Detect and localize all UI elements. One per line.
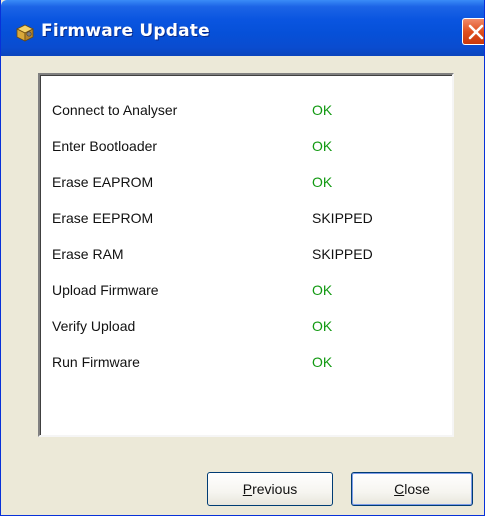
list-item: Upload Firmware OK — [40, 282, 440, 302]
step-status: OK — [312, 354, 333, 370]
step-status: SKIPPED — [312, 210, 373, 226]
firmware-package-icon — [15, 23, 35, 43]
close-icon — [468, 24, 484, 40]
previous-button[interactable]: Previous — [207, 472, 333, 506]
window-title: Firmware Update — [41, 21, 210, 41]
step-status: OK — [312, 282, 333, 298]
close-button[interactable]: Close — [351, 472, 473, 506]
step-label: Erase EAPROM — [52, 174, 154, 190]
step-label: Connect to Analyser — [52, 102, 178, 118]
steps-panel: Connect to Analyser OK Enter Bootloader … — [38, 73, 454, 437]
step-status: OK — [312, 138, 333, 154]
list-item: Erase EAPROM OK — [40, 174, 440, 194]
step-status: SKIPPED — [312, 246, 373, 262]
list-item: Connect to Analyser OK — [40, 102, 440, 122]
list-item: Erase EEPROM SKIPPED — [40, 210, 440, 230]
list-item: Run Firmware OK — [40, 354, 440, 374]
firmware-update-dialog: Firmware Update Connect to Analyser OK E… — [0, 0, 485, 516]
previous-button-mnemonic: P — [242, 481, 253, 497]
step-label: Run Firmware — [52, 354, 140, 370]
title-bar[interactable]: Firmware Update — [1, 0, 484, 56]
list-item: Enter Bootloader OK — [40, 138, 440, 158]
step-label: Verify Upload — [52, 318, 136, 334]
step-label: Upload Firmware — [52, 282, 159, 298]
step-label: Enter Bootloader — [52, 138, 158, 154]
step-status: OK — [312, 318, 333, 334]
close-window-button[interactable] — [462, 18, 484, 45]
step-label: Erase EEPROM — [52, 210, 154, 226]
close-button-mnemonic: C — [394, 481, 405, 497]
close-button-label: lose — [404, 481, 430, 497]
list-item: Erase RAM SKIPPED — [40, 246, 440, 266]
step-status: OK — [312, 174, 333, 190]
list-item: Verify Upload OK — [40, 318, 440, 338]
step-label: Erase RAM — [52, 246, 124, 262]
previous-button-label: revious — [252, 481, 298, 497]
step-status: OK — [312, 102, 333, 118]
